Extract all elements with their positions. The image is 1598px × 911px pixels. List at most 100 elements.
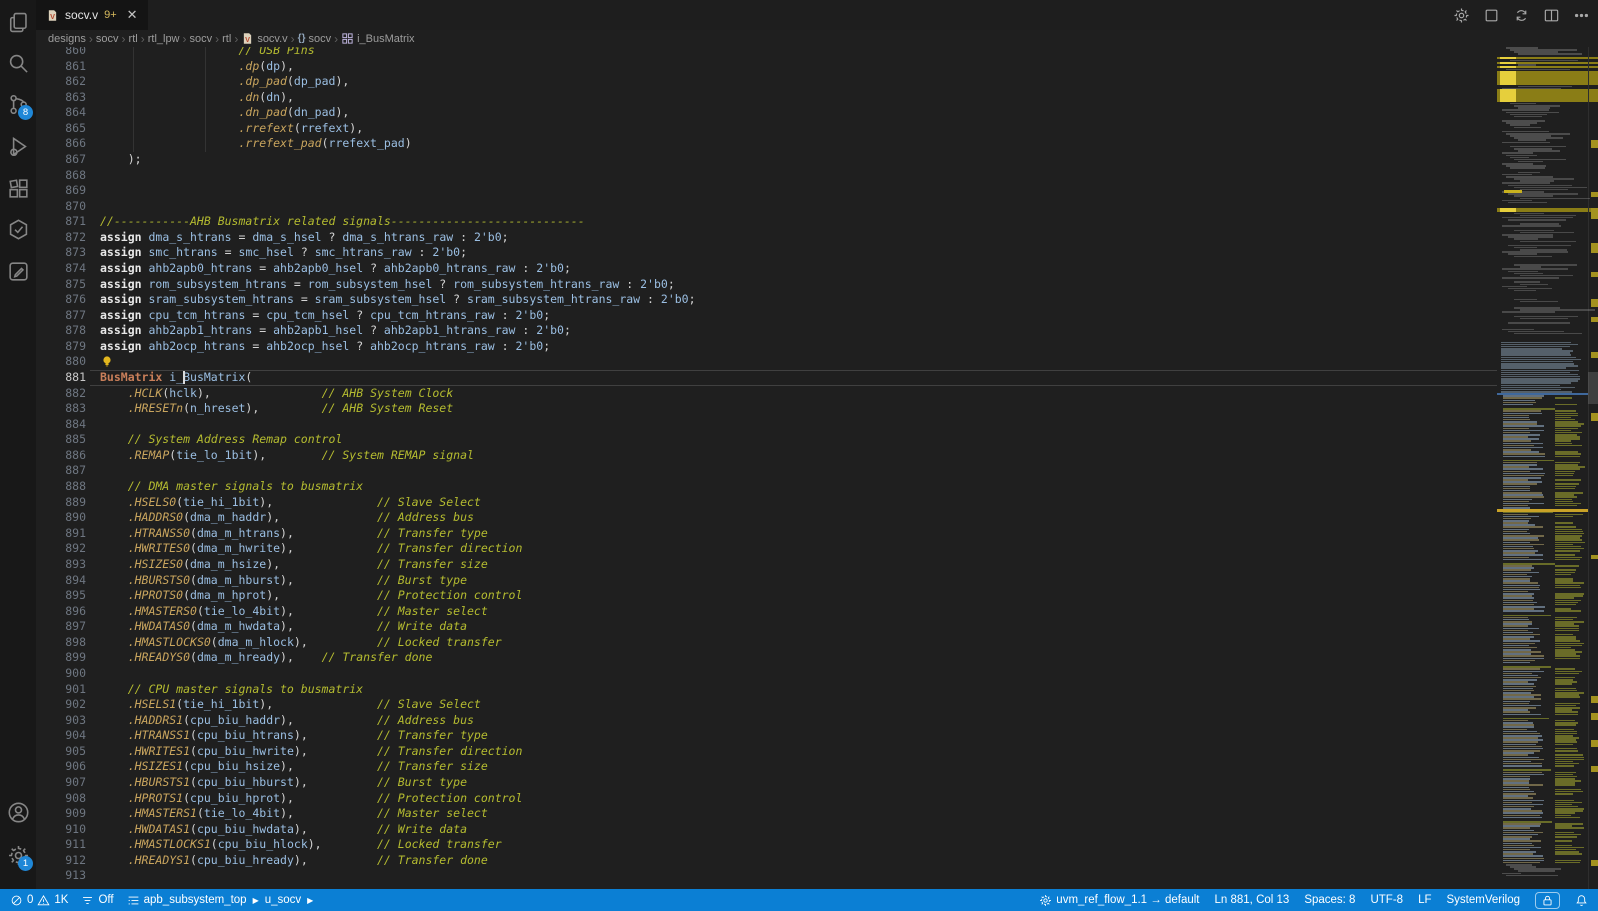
breadcrumb-item-rtl[interactable]: rtl (129, 33, 138, 45)
code-line-862[interactable]: 862 .dp_pad(dp_pad), (36, 74, 1598, 90)
code-line-882[interactable]: 882 .HCLK(hclk), // AHB System Clock (36, 386, 1598, 402)
code-line-913[interactable]: 913 (36, 868, 1598, 884)
breadcrumb-item-i-busmatrix[interactable]: i_BusMatrix (341, 32, 414, 45)
code-line-910[interactable]: 910 .HWDATAS1(cpu_biu_hwdata), // Write … (36, 822, 1598, 838)
source-control-icon[interactable]: 8 (0, 84, 36, 124)
breadcrumb-item-designs[interactable]: designs (48, 33, 86, 45)
line-number[interactable]: 880 (36, 354, 86, 370)
code-line-875[interactable]: 875assign rom_subsystem_htrans = rom_sub… (36, 277, 1598, 293)
code-line-886[interactable]: 886 .REMAP(tie_lo_1bit), // System REMAP… (36, 448, 1598, 464)
line-number[interactable]: 901 (36, 682, 86, 698)
line-number[interactable]: 863 (36, 90, 86, 106)
line-number[interactable]: 873 (36, 245, 86, 261)
code-line-893[interactable]: 893 .HSIZES0(dma_m_hsize), // Transfer s… (36, 557, 1598, 573)
line-number[interactable]: 860 (36, 47, 86, 59)
code-line-891[interactable]: 891 .HTRANSS0(dma_m_htrans), // Transfer… (36, 526, 1598, 542)
code-line-912[interactable]: 912 .HREADYS1(cpu_biu_hready), // Transf… (36, 853, 1598, 869)
line-number[interactable]: 895 (36, 588, 86, 604)
line-number[interactable]: 866 (36, 136, 86, 152)
line-number[interactable]: 897 (36, 619, 86, 635)
more-actions-icon[interactable] (1573, 7, 1590, 24)
line-number[interactable]: 867 (36, 152, 86, 168)
breadcrumb-item-socv[interactable]: socv (96, 33, 119, 45)
code-line-890[interactable]: 890 .HADDRS0(dma_m_haddr), // Address bu… (36, 510, 1598, 526)
code-line-869[interactable]: 869 (36, 183, 1598, 199)
line-number[interactable]: 911 (36, 837, 86, 853)
line-number[interactable]: 902 (36, 697, 86, 713)
line-number[interactable]: 879 (36, 339, 86, 355)
code-line-866[interactable]: 866 .rrefext_pad(rrefext_pad) (36, 136, 1598, 152)
layout-square-icon[interactable] (1483, 7, 1500, 24)
code-line-880[interactable]: 880 (36, 354, 1598, 370)
run-debug-icon[interactable] (0, 126, 36, 166)
code-line-885[interactable]: 885 // System Address Remap control (36, 432, 1598, 448)
code-line-911[interactable]: 911 .HMASTLOCKS1(cpu_biu_hlock), // Lock… (36, 837, 1598, 853)
code-line-865[interactable]: 865 .rrefext(rrefext), (36, 121, 1598, 137)
minimap[interactable] (1497, 47, 1588, 889)
code-line-901[interactable]: 901 // CPU master signals to busmatrix (36, 682, 1598, 698)
status-language-mode[interactable]: SystemVerilog (1446, 894, 1520, 906)
code-line-861[interactable]: 861 .dp(dp), (36, 59, 1598, 75)
status-indentation[interactable]: Spaces: 8 (1304, 894, 1355, 906)
line-number[interactable]: 900 (36, 666, 86, 682)
explorer-icon[interactable] (0, 2, 36, 42)
status-errorlens-toggle[interactable]: Off (81, 894, 113, 907)
tab-socv[interactable]: V socv.v 9+ ✕ (36, 0, 148, 30)
code-line-878[interactable]: 878assign ahb2apb1_htrans = ahb2apb1_hse… (36, 323, 1598, 339)
line-number[interactable]: 910 (36, 822, 86, 838)
line-number[interactable]: 890 (36, 510, 86, 526)
code-line-888[interactable]: 888 // DMA master signals to busmatrix (36, 479, 1598, 495)
code-line-860[interactable]: 860 // USB Pins (36, 47, 1598, 59)
line-number[interactable]: 887 (36, 463, 86, 479)
line-number[interactable]: 876 (36, 292, 86, 308)
status-module-hierarchy[interactable]: apb_subsystem_top▶u_socv▶ (127, 894, 316, 907)
status-notifications[interactable] (1575, 894, 1588, 907)
line-number[interactable]: 862 (36, 74, 86, 90)
line-number[interactable]: 904 (36, 728, 86, 744)
code-line-884[interactable]: 884 (36, 417, 1598, 433)
compare-changes-icon[interactable] (1513, 7, 1530, 24)
code-line-864[interactable]: 864 .dn_pad(dn_pad), (36, 105, 1598, 121)
code-line-900[interactable]: 900 (36, 666, 1598, 682)
line-number[interactable]: 878 (36, 323, 86, 339)
breadcrumb-item-rtl-lpw[interactable]: rtl_lpw (148, 33, 180, 45)
settings-icon[interactable]: 1 (0, 835, 36, 875)
line-number[interactable]: 861 (36, 59, 86, 75)
code-line-874[interactable]: 874assign ahb2apb0_htrans = ahb2apb0_hse… (36, 261, 1598, 277)
line-number[interactable]: 886 (36, 448, 86, 464)
line-number[interactable]: 896 (36, 604, 86, 620)
line-number[interactable]: 882 (36, 386, 86, 402)
line-number[interactable]: 872 (36, 230, 86, 246)
code-line-873[interactable]: 873assign smc_htrans = smc_hsel ? smc_ht… (36, 245, 1598, 261)
code-line-887[interactable]: 887 (36, 463, 1598, 479)
breadcrumb-item-socv[interactable]: socv (190, 33, 213, 45)
split-editor-icon[interactable] (1543, 7, 1560, 24)
code-line-868[interactable]: 868 (36, 168, 1598, 184)
code-line-905[interactable]: 905 .HWRITES1(cpu_biu_hwrite), // Transf… (36, 744, 1598, 760)
line-number[interactable]: 891 (36, 526, 86, 542)
code-line-877[interactable]: 877assign cpu_tcm_htrans = cpu_tcm_hsel … (36, 308, 1598, 324)
code-line-896[interactable]: 896 .HMASTERS0(tie_lo_4bit), // Master s… (36, 604, 1598, 620)
code-line-863[interactable]: 863 .dn(dn), (36, 90, 1598, 106)
line-number[interactable]: 892 (36, 541, 86, 557)
line-number[interactable]: 893 (36, 557, 86, 573)
line-number[interactable]: 869 (36, 183, 86, 199)
status-problems[interactable]: 01K (10, 894, 68, 907)
line-number[interactable]: 883 (36, 401, 86, 417)
line-number[interactable]: 889 (36, 495, 86, 511)
code-line-883[interactable]: 883 .HRESETn(n_hreset), // AHB System Re… (36, 401, 1598, 417)
code-line-894[interactable]: 894 .HBURSTS0(dma_m_hburst), // Burst ty… (36, 573, 1598, 589)
scrollbar-thumb[interactable] (1588, 372, 1598, 404)
line-number[interactable]: 868 (36, 168, 86, 184)
code-line-870[interactable]: 870 (36, 199, 1598, 215)
line-number[interactable]: 894 (36, 573, 86, 589)
breadcrumb-item-socv-v[interactable]: Vsocv.v (241, 32, 287, 45)
lightbulb-icon[interactable] (101, 355, 113, 368)
code-line-871[interactable]: 871//-----------AHB Busmatrix related si… (36, 214, 1598, 230)
code-line-889[interactable]: 889 .HSELS0(tie_hi_1bit), // Slave Selec… (36, 495, 1598, 511)
code-line-872[interactable]: 872assign dma_s_htrans = dma_s_hsel ? dm… (36, 230, 1598, 246)
line-number[interactable]: 907 (36, 775, 86, 791)
line-number[interactable]: 875 (36, 277, 86, 293)
breadcrumb-item-socv[interactable]: {}socv (298, 33, 331, 45)
code-line-879[interactable]: 879assign ahb2ocp_htrans = ahb2ocp_hsel … (36, 339, 1598, 355)
